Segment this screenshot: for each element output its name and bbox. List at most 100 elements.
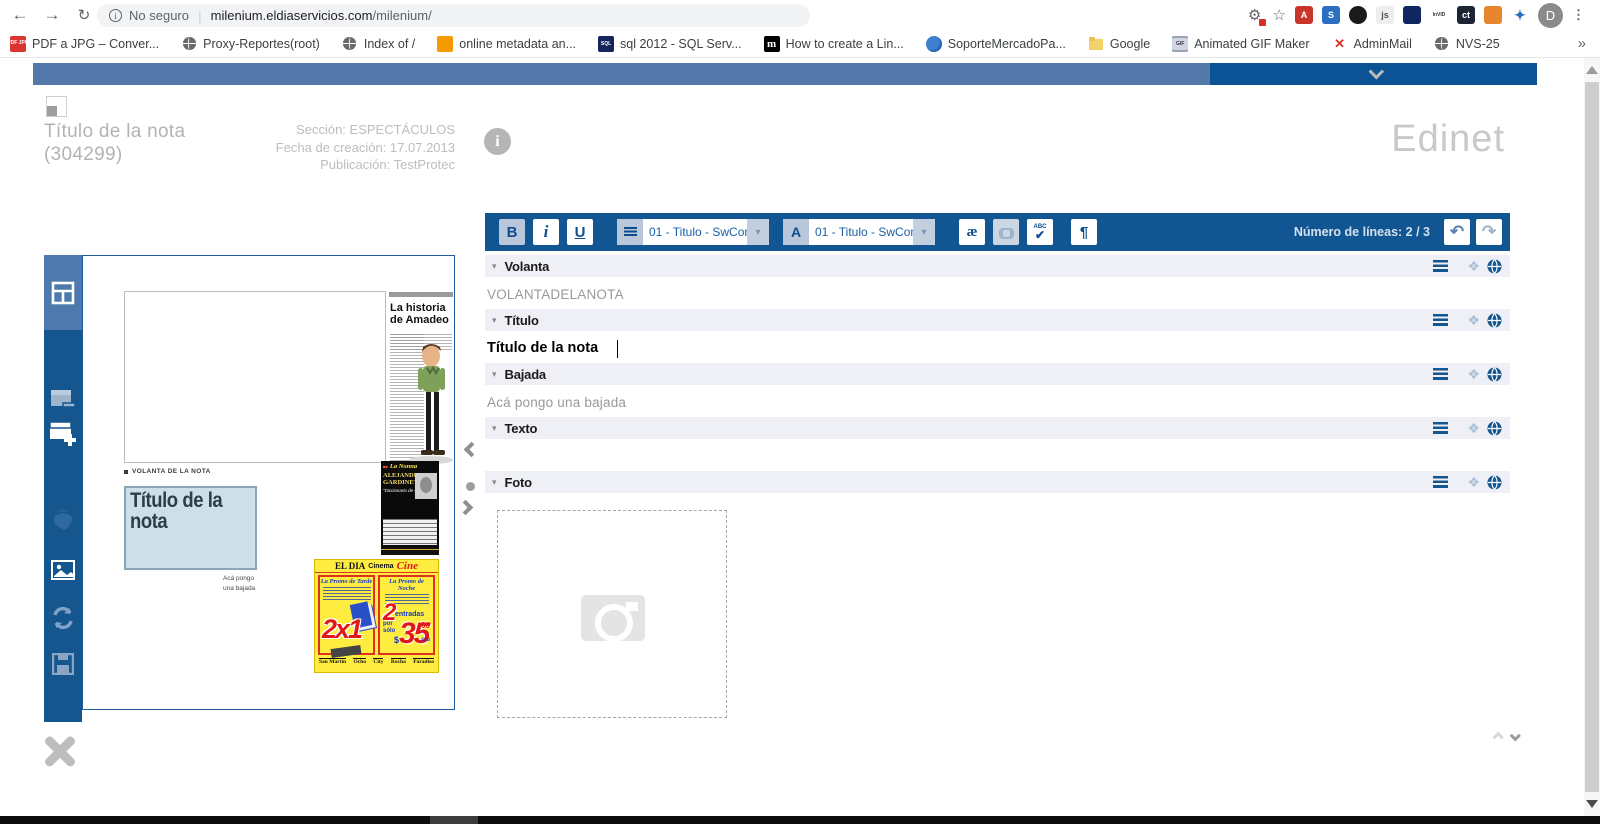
undo-button[interactable]: ↶: [1444, 219, 1470, 245]
gavel-extension-icon[interactable]: [1484, 6, 1502, 24]
reload-icon[interactable]: ↻: [72, 3, 96, 27]
chrome-menu-icon[interactable]: ⋮: [1572, 13, 1582, 17]
bookmark-pdf-a-jpg[interactable]: PDF JPG PDF a JPG – Conver...: [10, 36, 159, 52]
collapse-caret-icon[interactable]: ▾: [492, 315, 497, 326]
preview-prev-page-icon[interactable]: [462, 444, 478, 460]
chevron-up-icon[interactable]: [1492, 734, 1505, 747]
page-info-icon[interactable]: i: [109, 9, 122, 22]
preview-title-box[interactable]: Título de la nota: [124, 486, 257, 570]
titulo-text-field[interactable]: Título de la nota: [487, 340, 1487, 356]
invid-extension-icon[interactable]: InVID: [1430, 6, 1448, 24]
address-bar[interactable]: i No seguro | milenium.eldiaservicios.co…: [97, 4, 810, 27]
close-icon[interactable]: [38, 729, 82, 773]
preview-page-dot[interactable]: [466, 482, 475, 491]
ct-extension-icon[interactable]: ct: [1457, 6, 1475, 24]
s-extension-icon[interactable]: S: [1322, 6, 1340, 24]
section-menu-icon[interactable]: [1433, 368, 1448, 380]
section-styles-icon[interactable]: ❖: [1467, 366, 1480, 383]
section-header-foto[interactable]: ▾ Foto ❖: [485, 471, 1510, 493]
pilcrow-button[interactable]: ¶: [1071, 219, 1097, 245]
redo-button[interactable]: ↷: [1476, 219, 1502, 245]
section-menu-icon[interactable]: [1433, 314, 1448, 326]
section-web-icon[interactable]: [1487, 421, 1502, 436]
info-icon[interactable]: i: [484, 128, 511, 155]
bookmark-nvs-25[interactable]: NVS-25: [1434, 36, 1500, 52]
bajada-text-field[interactable]: Acá pongo una bajada: [487, 395, 1487, 410]
character-style-dropdown[interactable]: A 01 - Titulo - SwCond... ▾: [783, 219, 935, 245]
bookmark-gif-maker[interactable]: GIF Animated GIF Maker: [1172, 36, 1309, 52]
bookmark-index-of[interactable]: Index of /: [342, 36, 415, 52]
spellcheck-button[interactable]: ABC ✔: [1027, 219, 1053, 245]
collapse-caret-icon[interactable]: ▾: [492, 423, 497, 434]
preview-volanta: VOLANTA DE LA NOTA: [124, 468, 211, 475]
js-extension-icon[interactable]: js: [1376, 6, 1394, 24]
link-button[interactable]: [993, 219, 1019, 245]
folder-icon: [1088, 36, 1104, 52]
extension-puzzle-icon[interactable]: ⚙: [1246, 6, 1264, 24]
section-styles-icon[interactable]: ❖: [1467, 420, 1480, 437]
section-menu-icon[interactable]: [1433, 476, 1448, 488]
section-web-icon[interactable]: [1487, 367, 1502, 382]
page-top-bar: [33, 63, 1210, 85]
section-web-icon[interactable]: [1487, 313, 1502, 328]
bookmark-proxy-reportes[interactable]: Proxy-Reportes(root): [181, 36, 320, 52]
section-styles-icon[interactable]: ❖: [1467, 474, 1480, 491]
back-icon[interactable]: ←: [8, 3, 32, 27]
bookmark-google-folder[interactable]: Google: [1088, 36, 1150, 52]
sidebar-item-remove-window[interactable]: [44, 383, 82, 417]
section-header-volanta[interactable]: ▾ Volanta ❖: [485, 255, 1510, 277]
collapse-caret-icon[interactable]: ▾: [492, 261, 497, 272]
section-menu-icon[interactable]: [1433, 260, 1448, 272]
bookmark-online-metadata[interactable]: online metadata an...: [437, 36, 576, 52]
dropdown-arrow-icon[interactable]: ▾: [913, 219, 935, 245]
bookmark-star-icon[interactable]: ☆: [1273, 6, 1286, 24]
dropdown-arrow-icon[interactable]: ▾: [747, 219, 769, 245]
chevron-down-icon[interactable]: [1512, 734, 1525, 747]
scrollbar-down-icon[interactable]: [1586, 800, 1598, 808]
section-menu-icon[interactable]: [1433, 422, 1448, 434]
blueprint-extension-icon[interactable]: [1403, 6, 1421, 24]
section-styles-icon[interactable]: ❖: [1467, 312, 1480, 329]
sidebar-item-save[interactable]: [44, 647, 82, 681]
bookmark-soporte-mercado[interactable]: SoporteMercadoPa...: [926, 36, 1066, 52]
italic-button[interactable]: i: [533, 219, 559, 245]
collapse-panel-bar[interactable]: [1210, 63, 1537, 85]
paragraph-style-dropdown[interactable]: 01 - Titulo - SwCond... ▾: [617, 219, 769, 245]
section-web-icon[interactable]: [1487, 259, 1502, 274]
underline-button[interactable]: U: [567, 219, 593, 245]
scrollbar-up-icon[interactable]: [1586, 66, 1598, 74]
section-header-titulo[interactable]: ▾ Título ❖: [485, 309, 1510, 331]
bookmark-adminmail[interactable]: ✕ AdminMail: [1332, 36, 1412, 52]
section-header-bajada[interactable]: ▾ Bajada ❖: [485, 363, 1510, 385]
forward-icon[interactable]: →: [40, 3, 64, 27]
soporte-favicon: [926, 36, 942, 52]
sidebar-item-add-window[interactable]: [44, 417, 82, 451]
bold-button[interactable]: B: [499, 219, 525, 245]
bookmark-how-to-create[interactable]: m How to create a Lin...: [764, 36, 904, 52]
preview-next-page-icon[interactable]: [460, 502, 476, 518]
bookmark-sql-2012[interactable]: SQL sql 2012 - SQL Serv...: [598, 36, 742, 52]
special-char-button[interactable]: æ: [959, 219, 985, 245]
collapse-caret-icon[interactable]: ▾: [492, 369, 497, 380]
scrollbar-thumb[interactable]: [1585, 82, 1599, 792]
section-styles-icon[interactable]: ❖: [1467, 258, 1480, 275]
newspaper-preview-panel[interactable]: La historia de Amadeo VOLANTA DE LA NOTA…: [82, 255, 455, 710]
collapse-caret-icon[interactable]: ▾: [492, 477, 497, 488]
photo-drop-placeholder[interactable]: [497, 510, 727, 718]
feather-extension-icon[interactable]: ✦: [1511, 6, 1529, 24]
pdf-extension-icon[interactable]: A: [1295, 6, 1313, 24]
sidebar-item-refresh[interactable]: [44, 601, 82, 635]
sidebar-item-publish-web[interactable]: [44, 503, 82, 537]
sidebar-item-layout[interactable]: [44, 255, 82, 330]
character-style-icon: A: [783, 219, 809, 245]
page-scrollbar[interactable]: [1584, 58, 1600, 816]
section-header-texto[interactable]: ▾ Texto ❖: [485, 417, 1510, 439]
refresh-icon: [51, 606, 75, 630]
sidebar-item-image[interactable]: [44, 553, 82, 587]
mask-extension-icon[interactable]: [1349, 6, 1367, 24]
bookmarks-overflow-icon[interactable]: »: [1578, 35, 1586, 52]
profile-avatar[interactable]: D: [1538, 3, 1563, 28]
cinema-ad-cinema: Cinema: [368, 563, 393, 570]
section-web-icon[interactable]: [1487, 475, 1502, 490]
volanta-text-field[interactable]: VOLANTADELANOTA: [487, 287, 1487, 302]
